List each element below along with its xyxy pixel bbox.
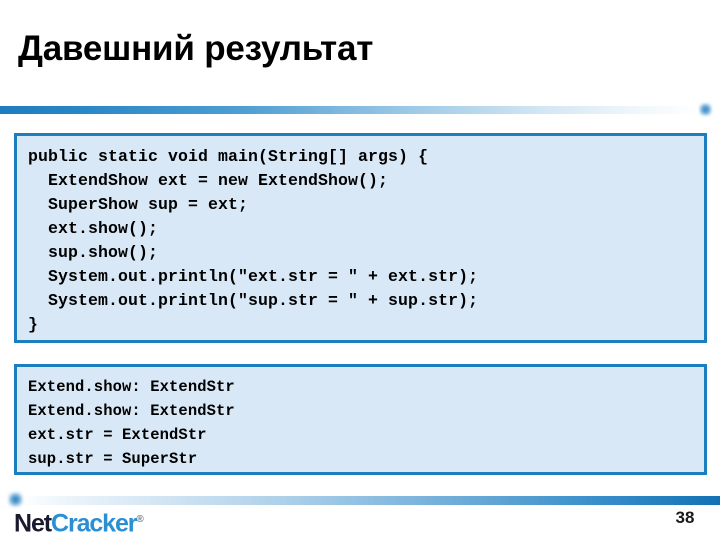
code-line: System.out.println("sup.str = " + sup.st… xyxy=(28,291,479,310)
output-block-text: Extend.show: ExtendStr Extend.show: Exten… xyxy=(17,367,704,471)
output-line: Extend.show: ExtendStr xyxy=(28,402,235,420)
logo-text-net: Net xyxy=(14,509,52,538)
footer-divider xyxy=(18,496,720,505)
output-block: Extend.show: ExtendStr Extend.show: Exten… xyxy=(14,364,707,475)
registered-trademark-icon: ® xyxy=(136,514,144,525)
code-line: SuperShow sup = ext; xyxy=(28,195,249,214)
header-accent-dot-icon xyxy=(699,103,712,116)
code-line: public static void main(String[] args) { xyxy=(28,147,429,166)
code-line: ExtendShow ext = new ExtendShow(); xyxy=(28,171,389,190)
output-line: sup.str = SuperStr xyxy=(28,450,198,468)
netcracker-logo: NetCracker® xyxy=(14,506,144,537)
code-block-text: public static void main(String[] args) {… xyxy=(17,136,704,337)
output-line: Extend.show: ExtendStr xyxy=(28,378,235,396)
code-line: } xyxy=(28,315,39,334)
code-block: public static void main(String[] args) {… xyxy=(14,133,707,343)
page-title: Давешний результат xyxy=(18,29,374,68)
footer-accent-dot-icon xyxy=(8,492,23,507)
page-number: 38 xyxy=(675,508,695,527)
slide-canvas: Давешний результат public static void ma… xyxy=(0,0,720,540)
output-line: ext.str = ExtendStr xyxy=(28,426,207,444)
code-line: sup.show(); xyxy=(28,243,159,262)
code-line: System.out.println("ext.str = " + ext.st… xyxy=(28,267,479,286)
code-line: ext.show(); xyxy=(28,219,159,238)
logo-text-cracker: Cracker xyxy=(50,509,138,538)
header-divider xyxy=(0,106,700,114)
